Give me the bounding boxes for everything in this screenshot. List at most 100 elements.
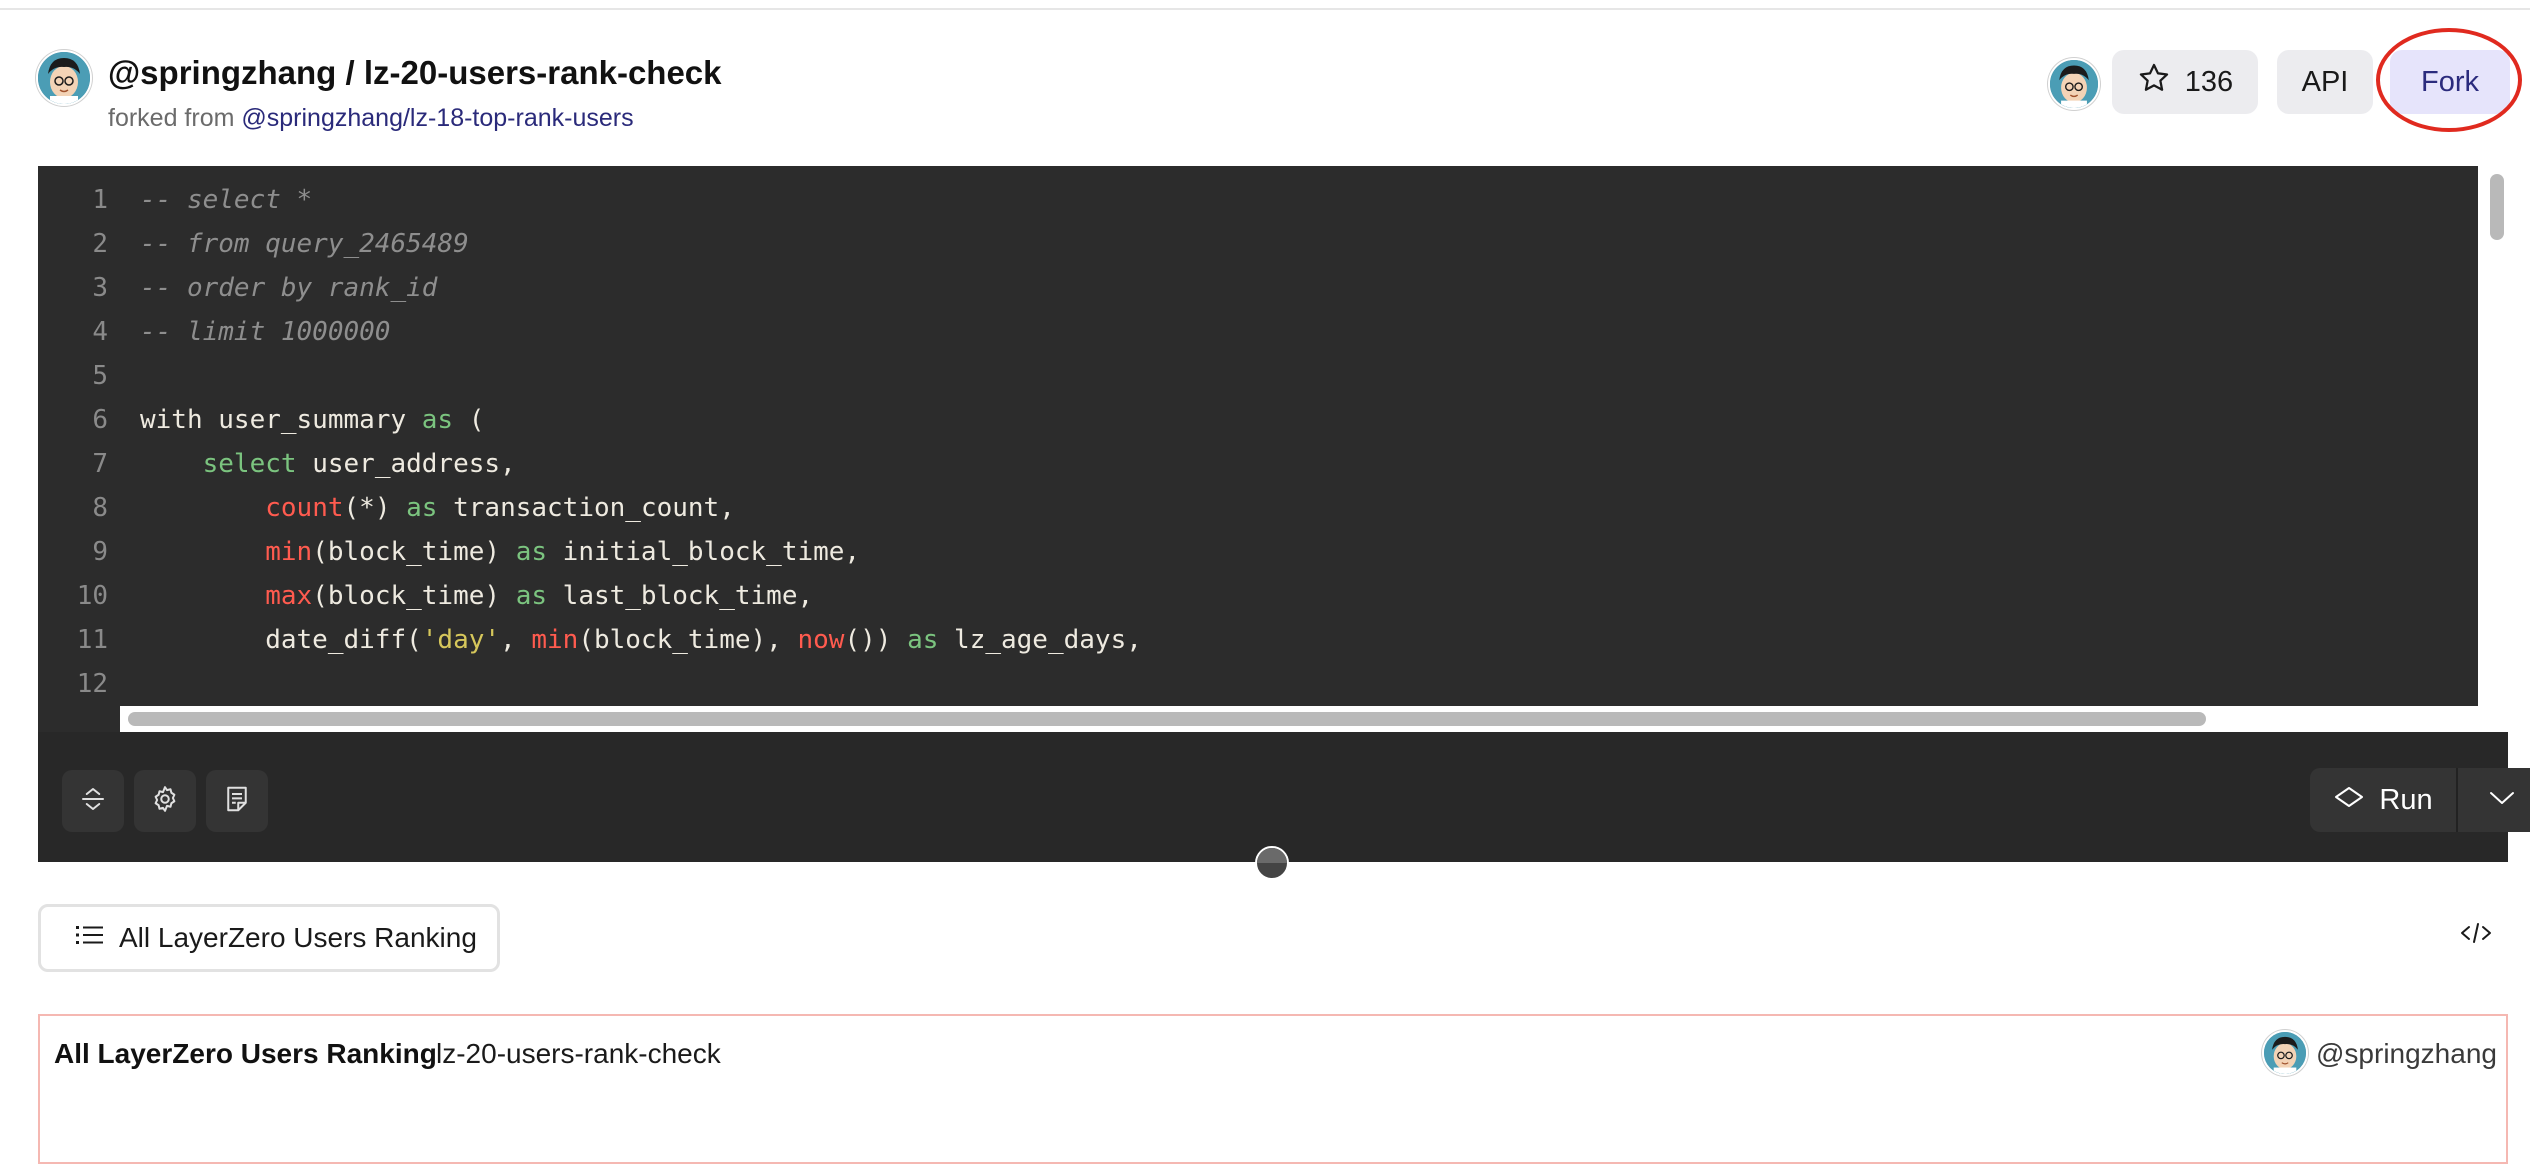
- code-line[interactable]: 7 select user_address,: [38, 442, 2478, 486]
- forked-from-text: forked from @springzhang/lz-18-top-rank-…: [108, 104, 634, 133]
- code-token: count: [265, 493, 344, 523]
- code-token: as: [907, 625, 939, 655]
- code-line[interactable]: 2 -- from query_2465489: [38, 222, 2478, 266]
- code-text: with user_summary as (: [140, 398, 484, 442]
- code-token: now: [797, 625, 845, 655]
- fork-button[interactable]: Fork: [2390, 50, 2510, 114]
- vertical-scroll-thumb[interactable]: [2490, 174, 2504, 240]
- star-icon: [2137, 61, 2171, 103]
- code-token: user_address,: [296, 449, 516, 479]
- query-owner-avatar[interactable]: [36, 50, 92, 106]
- top-divider: [0, 8, 2530, 10]
- list-icon: [75, 922, 105, 954]
- line-number: 4: [92, 317, 108, 347]
- line-number: 10: [76, 581, 108, 611]
- code-token: as: [515, 537, 548, 567]
- code-token: as: [515, 581, 548, 611]
- settings-button[interactable]: [134, 770, 196, 832]
- star-count: 136: [2184, 65, 2234, 98]
- forked-prefix: forked from: [108, 104, 235, 132]
- tab-all-layerzero-users-ranking[interactable]: All LayerZero Users Ranking: [38, 904, 500, 972]
- line-number: 3: [92, 273, 108, 303]
- query-editor: 1 -- select * 2 -- from query_2465489 3 -- or…: [38, 166, 2530, 862]
- code-token: ,: [500, 625, 532, 655]
- code-line[interactable]: 4 -- limit 1000000: [38, 310, 2478, 354]
- code-area[interactable]: 1 -- select * 2 -- from query_2465489 3 -- or…: [38, 166, 2478, 732]
- code-token: -- limit 1000000: [140, 317, 391, 347]
- code-line[interactable]: 11 date_diff('day', min(block_time), now…: [38, 618, 2478, 662]
- run-label: Run: [2379, 783, 2433, 816]
- code-token: -- order by rank_id: [140, 273, 438, 303]
- gear-icon: [150, 784, 180, 819]
- code-line[interactable]: 8 count(*) as transaction_count,: [38, 486, 2478, 530]
- code-token: max: [265, 581, 313, 611]
- result-title: All LayerZero Users Ranking: [54, 1038, 437, 1069]
- code-line[interactable]: 1 -- select *: [38, 178, 2478, 222]
- code-token: initial_block_time,: [547, 537, 861, 567]
- code-token: -- from query_2465489: [140, 229, 469, 259]
- line-number: 7: [92, 449, 108, 479]
- collapse-editor-button[interactable]: [62, 770, 124, 832]
- code-token: last_block_time,: [547, 581, 814, 611]
- code-text: -- order by rank_id: [140, 266, 437, 310]
- line-number: 11: [76, 625, 108, 655]
- code-text: min(block_time) as initial_block_time,: [140, 530, 860, 574]
- result-username[interactable]: @springzhang: [2316, 1038, 2497, 1070]
- vertical-scrollbar[interactable]: [2478, 166, 2508, 732]
- code-text: max(block_time) as last_block_time,: [140, 574, 813, 618]
- code-line[interactable]: 6 with user_summary as (: [38, 398, 2478, 442]
- code-icon: [2459, 920, 2493, 951]
- code-token: (*): [343, 493, 407, 523]
- result-query-name[interactable]: lz-20-users-rank-check: [436, 1038, 721, 1070]
- code-token: min: [531, 625, 579, 655]
- code-token: 'day': [421, 625, 501, 655]
- code-line[interactable]: 12: [38, 662, 2478, 706]
- run-icon: [2333, 784, 2365, 817]
- code-text: -- limit 1000000: [140, 310, 390, 354]
- line-number: 8: [92, 493, 108, 523]
- code-token: as: [421, 405, 454, 435]
- code-token: lz_age_days,: [938, 625, 1142, 655]
- run-button[interactable]: Run: [2310, 768, 2456, 832]
- run-button-group: Run: [2310, 768, 2530, 832]
- code-token: select: [202, 449, 297, 479]
- format-button[interactable]: [206, 770, 268, 832]
- page-title: @springzhang / lz-20-users-rank-check: [108, 54, 722, 91]
- tab-label: All LayerZero Users Ranking: [119, 922, 477, 953]
- code-line[interactable]: 9 min(block_time) as initial_block_time,: [38, 530, 2478, 574]
- resize-handle[interactable]: [1255, 846, 1289, 880]
- star-button[interactable]: 136: [2112, 50, 2258, 114]
- code-token: (block_time): [312, 581, 516, 611]
- line-number: 12: [76, 669, 108, 699]
- code-line[interactable]: 5: [38, 354, 2478, 398]
- run-options-dropdown[interactable]: [2458, 768, 2530, 832]
- line-number: 1: [92, 185, 108, 215]
- code-token: (: [453, 405, 485, 435]
- code-token: -- select *: [140, 185, 313, 215]
- code-token: min: [265, 537, 313, 567]
- code-token: transaction_count,: [437, 493, 735, 523]
- code-token: with user_summary: [140, 405, 422, 435]
- code-token: (block_time),: [578, 625, 798, 655]
- code-text: date_diff('day', min(block_time), now())…: [140, 618, 1142, 662]
- chevron-down-icon: [2488, 789, 2516, 812]
- result-user-avatar[interactable]: [2262, 1030, 2308, 1076]
- code-token: ()): [844, 625, 908, 655]
- user-avatar[interactable]: [2048, 58, 2100, 110]
- line-number: 6: [92, 405, 108, 435]
- horizontal-scroll-thumb[interactable]: [128, 712, 2206, 726]
- code-line[interactable]: 3 -- order by rank_id: [38, 266, 2478, 310]
- format-icon: [222, 784, 252, 819]
- code-token: as: [406, 493, 438, 523]
- forked-from-link[interactable]: @springzhang/lz-18-top-rank-users: [241, 104, 633, 132]
- api-button[interactable]: API: [2277, 50, 2373, 114]
- code-text: select user_address,: [140, 442, 516, 486]
- code-line[interactable]: 10 max(block_time) as last_block_time,: [38, 574, 2478, 618]
- code-text: count(*) as transaction_count,: [140, 486, 735, 530]
- embed-button[interactable]: [2454, 918, 2498, 952]
- code-text: -- from query_2465489: [140, 222, 469, 266]
- code-text: -- select *: [140, 178, 312, 222]
